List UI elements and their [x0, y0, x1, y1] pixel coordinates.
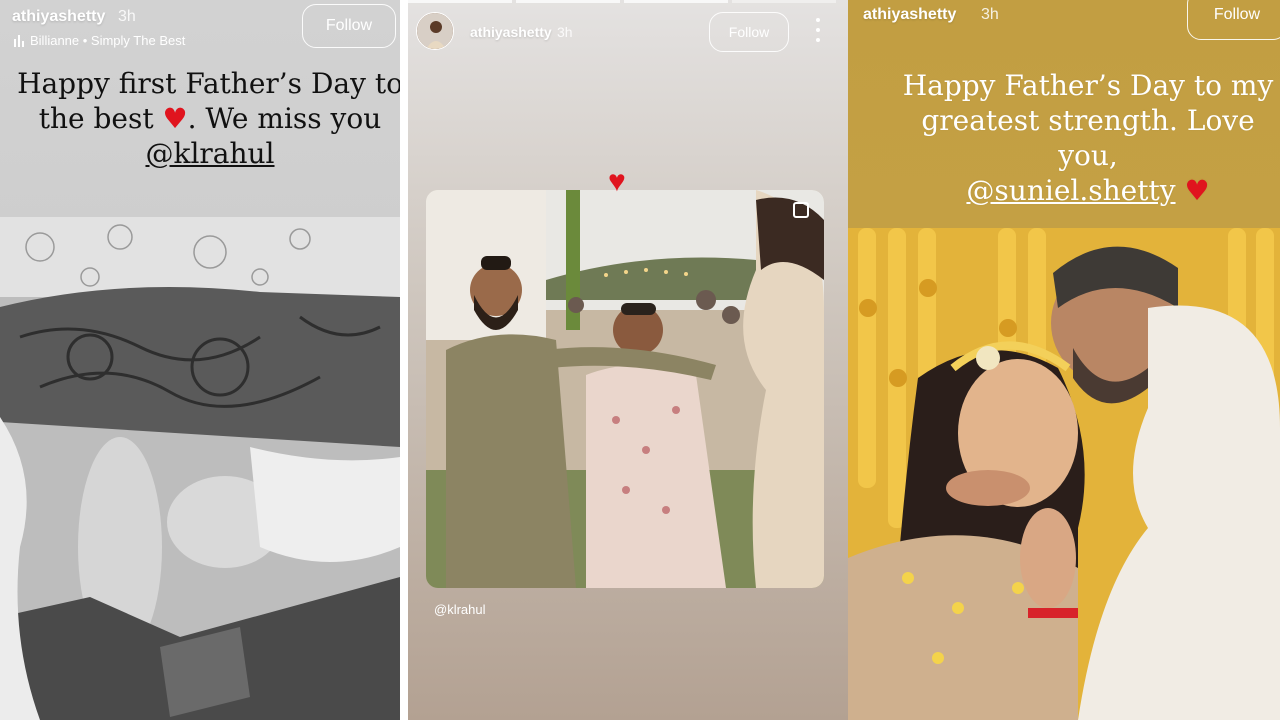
story-username[interactable]: athiyashetty [12, 8, 105, 26]
mention-sticker[interactable]: @klrahul [434, 602, 486, 617]
story-panel-3[interactable]: athiyashetty 3h Follow Happy Father’s Da… [848, 0, 1280, 720]
story-panel-2[interactable]: athiyashetty 3h Follow ♥ @klrahul [408, 0, 848, 720]
follow-button[interactable]: Follow [1187, 0, 1280, 40]
follow-button[interactable]: Follow [709, 12, 789, 52]
caption-text: the best [38, 102, 154, 135]
caption-line-1: Happy first Father’s Day to [17, 67, 400, 100]
story-timestamp: 3h [118, 8, 136, 25]
heart-icon: ♥ [162, 102, 188, 135]
story-photo-father-daughter [848, 228, 1280, 720]
caption-line-1: Happy Father’s Day to my [902, 69, 1274, 102]
story-photo-shared-post[interactable] [426, 190, 824, 588]
music-title: Billianne • Simply The Best [30, 33, 186, 48]
multi-post-icon [793, 202, 809, 218]
heart-icon: ♥ [608, 165, 626, 198]
story-progress-bar [732, 0, 836, 3]
story-username[interactable]: athiyashetty [470, 24, 552, 40]
follow-button[interactable]: Follow [302, 4, 396, 48]
mention-link[interactable]: @suniel.shetty [966, 174, 1175, 207]
story-caption: Happy Father’s Day to my greatest streng… [888, 68, 1280, 208]
story-progress-bar [408, 0, 512, 3]
story-timestamp: 3h [557, 24, 573, 40]
music-bars-icon [14, 34, 24, 47]
caption-text: . We miss you [187, 102, 382, 135]
heart-icon: ♥ [1184, 174, 1210, 207]
story-panel-1[interactable]: athiyashetty 3h Billianne • Simply The B… [0, 0, 400, 720]
story-progress-bar [624, 0, 728, 3]
story-caption: Happy first Father’s Day to the best ♥. … [0, 66, 400, 171]
story-divider [400, 0, 408, 720]
more-options-icon[interactable] [812, 18, 824, 42]
music-sticker[interactable]: Billianne • Simply The Best [14, 33, 185, 48]
story-username[interactable]: athiyashetty [863, 6, 956, 24]
mention-link[interactable]: @klrahul [145, 137, 274, 170]
story-photo-baby-feet [0, 217, 400, 720]
caption-line-2: the best ♥. We miss you [0, 101, 400, 136]
avatar[interactable] [416, 12, 454, 50]
story-timestamp: 3h [981, 6, 999, 23]
story-progress-bar [516, 0, 620, 3]
caption-line-2: greatest strength. Love you, [921, 104, 1255, 172]
